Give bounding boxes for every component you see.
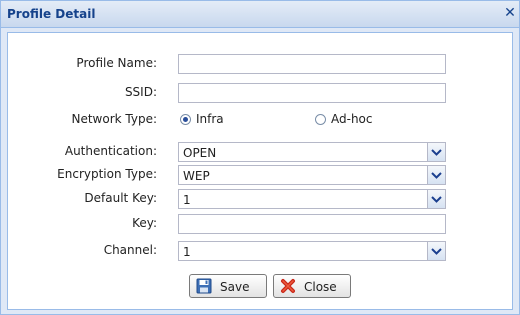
save-button[interactable]: Save [189, 274, 267, 298]
save-button-label: Save [220, 280, 250, 294]
authentication-label: Authentication: [64, 144, 157, 158]
chevron-down-icon[interactable] [427, 190, 445, 208]
network-type-label: Network Type: [71, 112, 157, 126]
authentication-value: OPEN [183, 146, 217, 160]
key-label: Key: [132, 216, 157, 230]
close-icon[interactable]: ✕ [503, 5, 517, 21]
floppy-disk-icon [196, 278, 212, 294]
profile-name-label: Profile Name: [76, 56, 157, 70]
ssid-label: SSID: [124, 85, 157, 99]
dialog-titlebar[interactable]: Profile Detail ✕ [1, 1, 519, 28]
dialog-title: Profile Detail [7, 7, 96, 21]
authentication-select[interactable]: OPEN [178, 142, 446, 162]
default-key-value: 1 [183, 193, 191, 207]
key-input[interactable] [178, 214, 446, 234]
dialog-body: Profile Name: SSID: Network Type: Infra … [7, 32, 513, 310]
close-button[interactable]: Close [273, 274, 351, 298]
radio-infra-label[interactable]: Infra [196, 112, 224, 126]
channel-value: 1 [183, 245, 191, 259]
channel-select[interactable]: 1 [178, 241, 446, 261]
ssid-input[interactable] [178, 83, 446, 103]
red-x-icon [280, 278, 296, 294]
default-key-select[interactable]: 1 [178, 189, 446, 209]
chevron-down-icon[interactable] [427, 166, 445, 184]
profile-name-input[interactable] [178, 54, 446, 74]
radio-adhoc[interactable] [315, 114, 326, 125]
default-key-label: Default Key: [84, 191, 157, 205]
close-button-label: Close [304, 280, 337, 294]
channel-label: Channel: [103, 243, 157, 257]
encryption-type-label: Encryption Type: [57, 167, 157, 181]
encryption-type-select[interactable]: WEP [178, 165, 446, 185]
radio-adhoc-label[interactable]: Ad-hoc [331, 112, 373, 126]
chevron-down-icon[interactable] [427, 143, 445, 161]
profile-detail-dialog: Profile Detail ✕ Profile Name: SSID: Net… [0, 0, 520, 315]
chevron-down-icon[interactable] [427, 242, 445, 260]
radio-infra[interactable] [180, 114, 191, 125]
encryption-type-value: WEP [183, 169, 210, 183]
